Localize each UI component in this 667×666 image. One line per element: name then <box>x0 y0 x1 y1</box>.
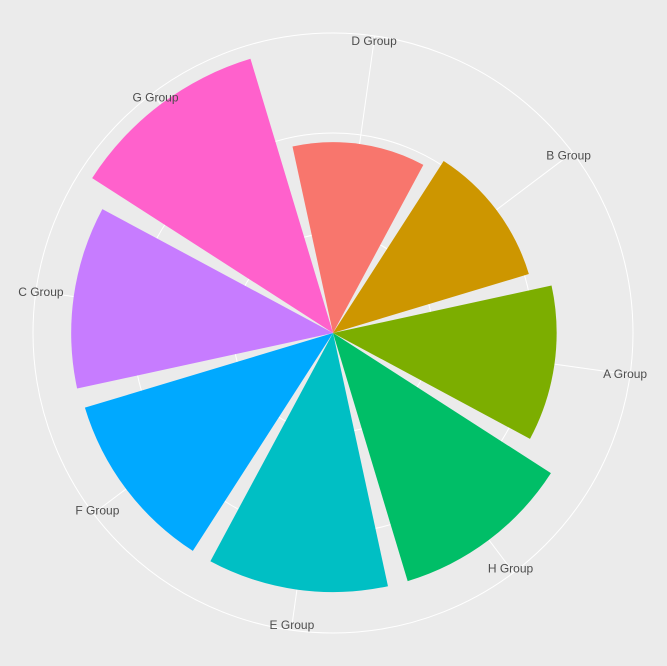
label-g-group: G Group <box>132 90 178 104</box>
label-b-group: B Group <box>546 149 591 163</box>
polar-bar-chart: D Group B Group A Group H Group E Group F Gro… <box>0 0 667 661</box>
chart-svg: D Group B Group A Group H Group E Group F Gro… <box>0 0 667 661</box>
label-c-group: C Group <box>18 285 64 299</box>
label-d-group: D Group <box>351 34 397 48</box>
label-h-group: H Group <box>488 562 534 576</box>
label-e-group: E Group <box>270 618 315 632</box>
label-f-group: F Group <box>75 504 119 518</box>
label-a-group: A Group <box>603 367 647 381</box>
